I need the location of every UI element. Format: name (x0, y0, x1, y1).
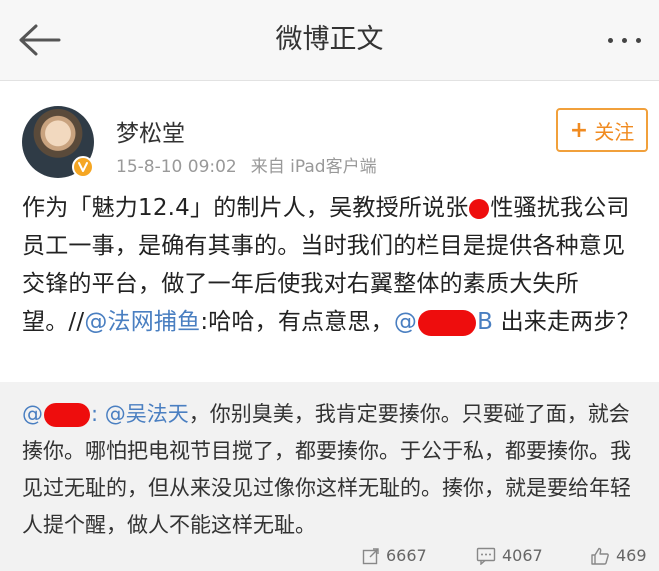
more-button[interactable] (599, 22, 649, 58)
post-source: 来自 iPad客户端 (250, 157, 377, 177)
mention-tail: B (477, 309, 494, 335)
plus-icon: + (569, 117, 589, 143)
mention-colon: : (91, 402, 99, 426)
redaction-mark (469, 198, 490, 219)
username[interactable]: 梦松堂 (116, 114, 185, 148)
redaction-mark (418, 309, 477, 336)
repost-count-button[interactable]: 6667 (362, 546, 427, 565)
mention-at: @ (22, 402, 43, 426)
verified-badge-icon (72, 156, 94, 178)
mention-link[interactable]: @ B (393, 309, 494, 336)
repost-icon (362, 547, 379, 564)
repost-body: @: @吴法天，你别臭美，我肯定要揍你。只要碰了面，就会揍你。哪怕把电视节目搅了… (22, 396, 647, 544)
more-dot (635, 37, 641, 43)
repost-card[interactable]: @: @吴法天，你别臭美，我肯定要揍你。只要碰了面，就会揍你。哪怕把电视节目搅了… (0, 382, 659, 571)
redaction-mark (44, 403, 90, 427)
comment-count-button[interactable]: 4067 (476, 546, 543, 565)
post-meta: 15-8-10 09:02 来自 iPad客户端 (116, 152, 391, 177)
post-text: :哈哈，有点意思， (200, 309, 394, 335)
follow-button[interactable]: + 关注 (556, 108, 648, 152)
post-time: 15-8-10 09:02 (116, 157, 237, 177)
comment-count: 4067 (502, 546, 543, 565)
like-count: 469 (616, 546, 647, 565)
top-bar: 微博正文 (0, 0, 659, 81)
post-text: 作为「魅力12.4」的制片人，吴教授所说张 (22, 195, 469, 221)
comment-icon (476, 547, 496, 565)
repost-count: 6667 (386, 546, 427, 565)
page-title: 微博正文 (275, 24, 384, 55)
mention-link[interactable]: @法网捕鱼 (84, 309, 200, 335)
more-dot (607, 37, 613, 43)
mention-at: @ (393, 309, 418, 335)
thumbs-up-icon (591, 547, 609, 565)
like-count-button[interactable]: 469 (590, 546, 647, 565)
post-body: 作为「魅力12.4」的制片人，吴教授所说张 性骚扰我公司员工一事，是确有其事的。当… (22, 189, 647, 341)
more-dot (621, 37, 627, 43)
repost-author-link[interactable]: @: (22, 402, 99, 427)
post-text: 出来走两步？ (493, 309, 640, 335)
stats-bar: 6667 4067 469 (0, 544, 659, 571)
mention-link[interactable]: @吴法天 (105, 402, 189, 426)
follow-label: 关注 (594, 119, 635, 144)
